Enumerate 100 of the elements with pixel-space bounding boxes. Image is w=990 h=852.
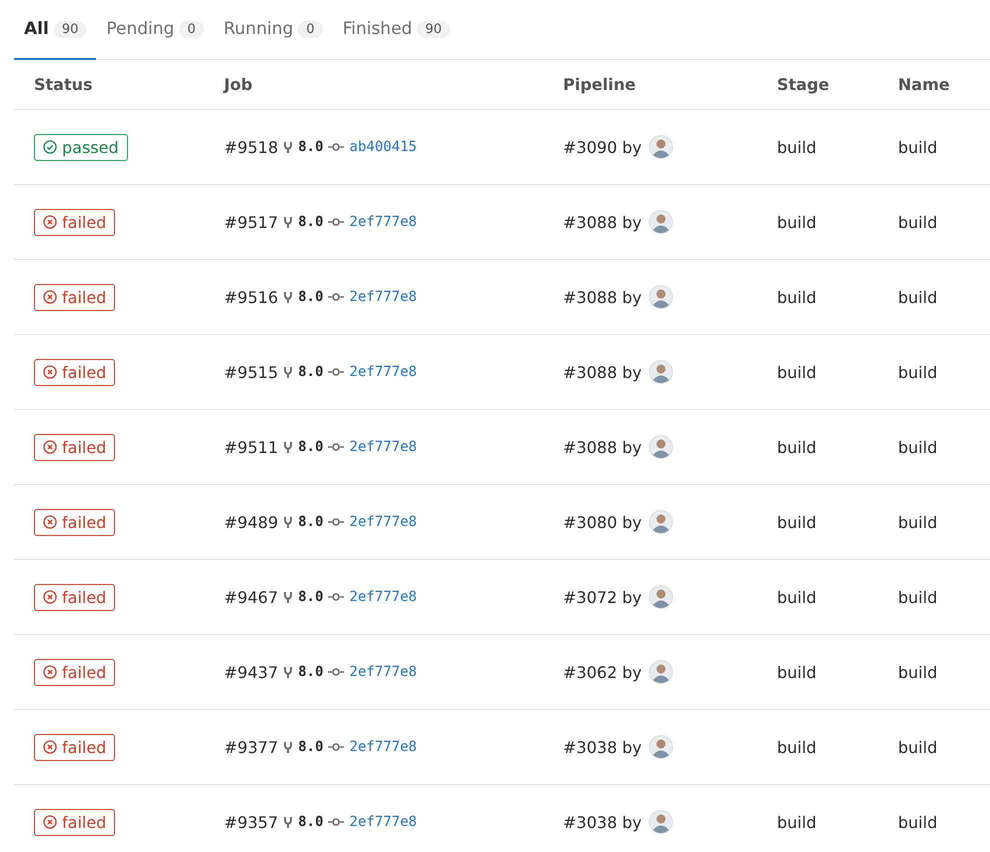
user-avatar[interactable] — [648, 435, 673, 459]
by-label: by — [622, 662, 642, 682]
commit-link[interactable]: 2ef777e8 — [349, 514, 417, 530]
commit-link[interactable]: 2ef777e8 — [349, 364, 417, 380]
x-circle-icon — [43, 365, 57, 379]
branch-link[interactable]: 8.0 — [298, 589, 324, 605]
pipeline-link[interactable]: #3088 — [563, 438, 618, 456]
commit-link[interactable]: ab400415 — [349, 139, 417, 155]
job-link[interactable]: #9467 — [224, 588, 278, 606]
stage-text: build — [777, 212, 816, 232]
count-badge: 90 — [54, 20, 86, 38]
branch-link[interactable]: 8.0 — [298, 139, 324, 155]
pipeline-link[interactable]: #3038 — [563, 738, 618, 756]
status-badge[interactable]: failed — [34, 208, 116, 236]
status-badge[interactable]: failed — [34, 358, 116, 386]
count-badge: 90 — [417, 20, 450, 38]
job-name-text: build — [898, 288, 938, 306]
branch-link[interactable]: 8.0 — [298, 514, 324, 530]
filter-tab[interactable]: Finished 90 — [332, 0, 460, 60]
filter-tab[interactable]: All 90 — [14, 0, 96, 60]
column-header: Job — [224, 75, 254, 94]
pipeline-link[interactable]: #3062 — [563, 662, 618, 682]
job-link[interactable]: #9437 — [224, 662, 278, 682]
user-avatar[interactable] — [648, 360, 673, 384]
commit-link[interactable]: 2ef777e8 — [349, 589, 417, 605]
filter-tab[interactable]: Running 0 — [214, 0, 333, 60]
user-avatar[interactable] — [648, 735, 673, 759]
branch-link[interactable]: 8.0 — [298, 289, 324, 305]
column-header: Status — [34, 75, 94, 94]
commit-icon — [328, 293, 344, 301]
user-avatar[interactable] — [648, 810, 673, 834]
commit-link[interactable]: 2ef777e8 — [349, 664, 417, 680]
branch-link[interactable]: 8.0 — [298, 364, 324, 380]
job-link[interactable]: #9489 — [224, 512, 278, 532]
pipeline-link[interactable]: #3088 — [563, 362, 618, 382]
x-circle-icon — [43, 290, 57, 304]
by-label: by — [622, 138, 642, 156]
user-avatar[interactable] — [648, 585, 673, 609]
job-name-text: build — [898, 588, 938, 606]
commit-link[interactable]: 2ef777e8 — [349, 289, 417, 305]
by-label: by — [622, 212, 642, 232]
status-badge[interactable]: failed — [34, 434, 116, 460]
status-badge[interactable]: passed — [34, 134, 128, 160]
branch-icon — [283, 666, 294, 678]
by-label: by — [622, 362, 642, 382]
x-circle-icon — [43, 740, 57, 754]
x-circle-icon — [43, 215, 57, 229]
filter-tab[interactable]: Pending 0 — [96, 0, 214, 60]
job-link[interactable]: #9515 — [224, 362, 278, 382]
commit-icon — [328, 443, 344, 451]
branch-icon — [283, 816, 294, 828]
branch-icon — [283, 590, 294, 604]
status-badge[interactable]: failed — [34, 284, 116, 310]
count-badge: 0 — [179, 20, 204, 38]
commit-link[interactable]: 2ef777e8 — [349, 739, 417, 755]
commit-icon — [328, 143, 344, 151]
branch-link[interactable]: 8.0 — [298, 739, 324, 755]
pipeline-link[interactable]: #3072 — [563, 588, 618, 606]
user-avatar[interactable] — [648, 135, 673, 159]
commit-icon — [328, 518, 344, 526]
job-link[interactable]: #9516 — [224, 288, 278, 306]
branch-link[interactable]: 8.0 — [298, 439, 324, 455]
commit-link[interactable]: 2ef777e8 — [349, 214, 417, 230]
x-circle-icon — [43, 515, 57, 529]
pipeline-link[interactable]: #3038 — [563, 812, 618, 832]
job-name-text: build — [898, 212, 938, 232]
commit-icon — [328, 818, 344, 826]
job-link[interactable]: #9517 — [224, 212, 278, 232]
stage-text: build — [777, 438, 816, 456]
user-avatar[interactable] — [648, 510, 673, 534]
status-badge[interactable]: failed — [34, 808, 116, 836]
by-label: by — [622, 812, 642, 832]
stage-text: build — [777, 288, 816, 306]
commit-link[interactable]: 2ef777e8 — [349, 814, 417, 830]
stage-text: build — [777, 512, 816, 532]
status-badge[interactable]: failed — [34, 508, 116, 536]
stage-text: build — [777, 362, 816, 382]
pipeline-link[interactable]: #3088 — [563, 288, 618, 306]
branch-link[interactable]: 8.0 — [298, 814, 324, 830]
branch-link[interactable]: 8.0 — [298, 664, 324, 680]
user-avatar[interactable] — [648, 285, 673, 309]
branch-link[interactable]: 8.0 — [298, 214, 324, 230]
job-link[interactable]: #9357 — [224, 812, 278, 832]
user-avatar[interactable] — [648, 210, 673, 234]
pipeline-link[interactable]: #3080 — [563, 512, 618, 532]
status-badge[interactable]: failed — [34, 734, 116, 760]
branch-icon — [283, 740, 294, 754]
job-link[interactable]: #9511 — [224, 438, 278, 456]
x-circle-icon — [43, 590, 57, 604]
pipeline-link[interactable]: #3088 — [563, 212, 618, 232]
commit-icon — [328, 368, 344, 376]
user-avatar[interactable] — [648, 660, 673, 684]
column-header: Name — [898, 75, 951, 94]
status-badge[interactable]: failed — [34, 658, 116, 686]
job-link[interactable]: #9377 — [224, 738, 278, 756]
job-name-text: build — [898, 662, 938, 682]
job-link[interactable]: #9518 — [224, 138, 278, 156]
commit-link[interactable]: 2ef777e8 — [349, 439, 417, 455]
pipeline-link[interactable]: #3090 — [563, 138, 618, 156]
status-badge[interactable]: failed — [34, 584, 116, 610]
